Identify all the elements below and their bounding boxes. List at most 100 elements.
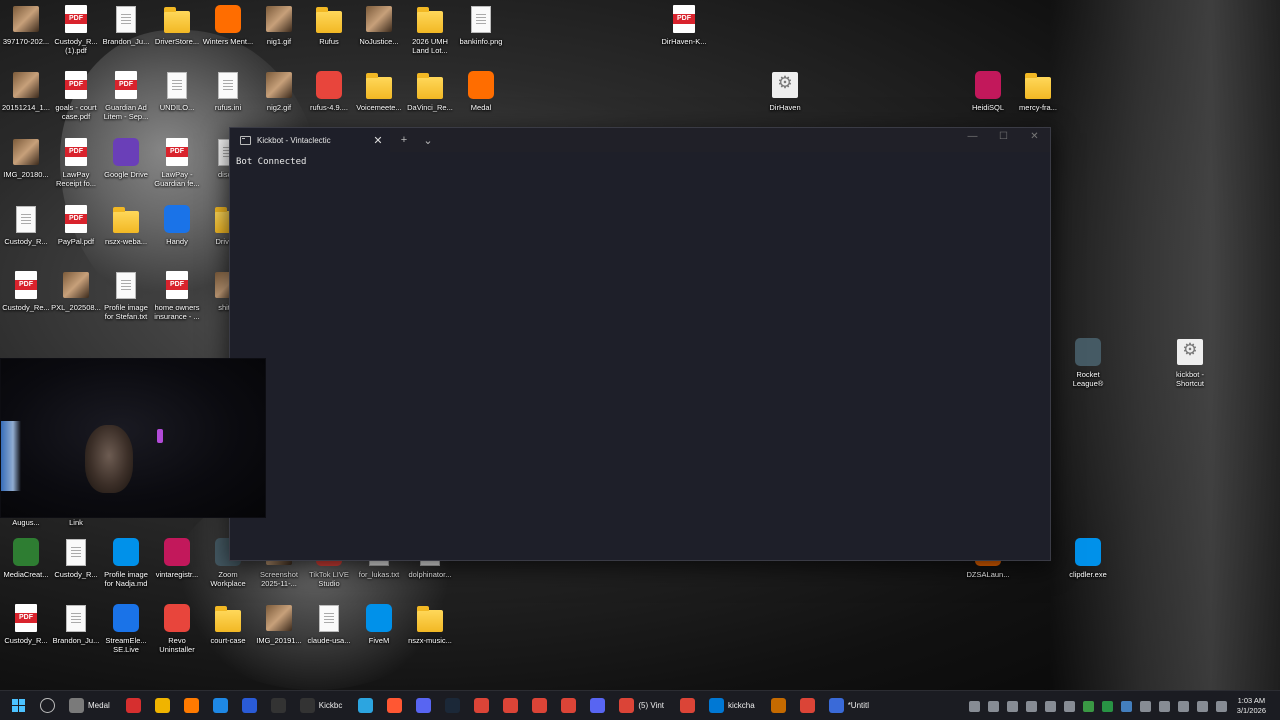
taskbar-app3-button[interactable] xyxy=(409,691,438,720)
new-tab-button[interactable]: + xyxy=(394,134,414,146)
desktop-icon[interactable]: NoJustice... xyxy=(353,4,405,46)
terminal-titlebar[interactable]: Kickbot - Vintaclectic ✕ + ⌄ — ☐ ✕ xyxy=(230,128,1050,152)
taskbar-chrome1-button[interactable] xyxy=(467,691,496,720)
tray-icon[interactable] xyxy=(1139,700,1151,712)
tray-icon[interactable] xyxy=(1006,700,1018,712)
maximize-button[interactable]: ☐ xyxy=(988,128,1019,152)
desktop-icon[interactable]: DaVinci_Re... xyxy=(404,70,456,112)
clock[interactable]: 1:03 AM 3/1/2026 xyxy=(1237,696,1266,716)
desktop-icon[interactable]: Rufus xyxy=(303,4,355,46)
tab-close-icon[interactable]: ✕ xyxy=(372,134,384,147)
desktop-icon[interactable]: Rocket League® xyxy=(1062,337,1114,388)
tray-icon[interactable] xyxy=(1044,700,1056,712)
desktop-icon[interactable]: Profile image for Nadja.md xyxy=(100,537,152,588)
desktop-icon[interactable]: UNDILO... xyxy=(151,70,203,112)
desktop-icon[interactable]: bankinfo.png xyxy=(455,4,507,46)
taskbar-chrome6-button[interactable] xyxy=(793,691,822,720)
desktop-icon[interactable]: 20151214_1... xyxy=(0,70,52,112)
taskbar-chrome3-button[interactable] xyxy=(525,691,554,720)
desktop-icon[interactable]: 397170-202... xyxy=(0,4,52,46)
taskbar-chrome4-button[interactable] xyxy=(554,691,583,720)
desktop-icon[interactable]: claude-usa... xyxy=(303,603,355,645)
desktop-icon[interactable]: vintaregistr... xyxy=(151,537,203,579)
desktop-icon[interactable]: Google Drive xyxy=(100,137,152,179)
desktop-icon[interactable]: court-case xyxy=(202,603,254,645)
desktop-icon[interactable]: IMG_20180... xyxy=(0,137,52,179)
taskbar-firefox-button[interactable] xyxy=(177,691,206,720)
desktop-icon[interactable]: LawPay - Guardian fe... xyxy=(151,137,203,188)
taskbar-app2-button[interactable] xyxy=(380,691,409,720)
desktop-icon[interactable]: 2026 UMH Land Lot... xyxy=(404,4,456,55)
desktop-icon[interactable]: Custody_R... (1).pdf xyxy=(50,4,102,55)
desktop-icon[interactable]: DirHaven-K... xyxy=(658,4,710,46)
desktop-icon[interactable]: Brandon_Ju... xyxy=(100,4,152,46)
desktop-icon[interactable]: kickbot - Shortcut xyxy=(1164,337,1216,388)
bluetooth-icon[interactable] xyxy=(1120,700,1132,712)
tray-icon[interactable] xyxy=(1158,700,1170,712)
desktop-icon[interactable]: clipdler.exe xyxy=(1062,537,1114,579)
desktop-icon[interactable]: DriverStore... xyxy=(151,4,203,46)
desktop-icon[interactable]: StreamEle... SE.Live xyxy=(100,603,152,654)
desktop-icon[interactable]: Custody_R... xyxy=(0,603,52,645)
wifi-icon[interactable] xyxy=(1196,700,1208,712)
tray-icon[interactable] xyxy=(987,700,999,712)
desktop-icon[interactable]: rufus.ini xyxy=(202,70,254,112)
taskbar-explorer-button[interactable] xyxy=(148,691,177,720)
terminal-window[interactable]: Kickbot - Vintaclectic ✕ + ⌄ — ☐ ✕ Bot C… xyxy=(229,127,1051,561)
desktop-icon[interactable]: nig2.gif xyxy=(253,70,305,112)
desktop-icon[interactable]: Medal xyxy=(455,70,507,112)
minimize-button[interactable]: — xyxy=(957,128,988,152)
desktop-icon[interactable]: IMG_20191... xyxy=(253,603,305,645)
desktop-icon[interactable]: mercy-fra... xyxy=(1012,70,1064,112)
taskbar-steam-button[interactable] xyxy=(438,691,467,720)
desktop-icon[interactable]: nszx-music... xyxy=(404,603,456,645)
desktop-icon[interactable]: PXL_202508... xyxy=(50,270,102,312)
terminal-output[interactable]: Bot Connected xyxy=(230,152,1050,172)
desktop-icon[interactable]: Voicemeete... xyxy=(353,70,405,112)
desktop-icon[interactable]: FiveM xyxy=(353,603,405,645)
desktop-icon[interactable]: DirHaven xyxy=(759,70,811,112)
taskbar-acrobat-button[interactable] xyxy=(119,691,148,720)
tab-dropdown-button[interactable]: ⌄ xyxy=(418,134,438,147)
taskbar-app1-button[interactable] xyxy=(206,691,235,720)
desktop-icon[interactable]: Guardian Ad Litem - Sep... xyxy=(100,70,152,121)
desktop-icon[interactable]: Profile image for Stefan.txt xyxy=(100,270,152,321)
taskbar-powershell-button[interactable] xyxy=(235,691,264,720)
taskbar-notepad-button[interactable]: *Untitl xyxy=(822,691,878,720)
taskbar-medal-button[interactable]: Medal xyxy=(62,691,119,720)
start-button[interactable] xyxy=(0,691,33,720)
taskbar-search-button[interactable] xyxy=(33,691,62,720)
taskbar-chrome-vint-button[interactable]: (5) Vint xyxy=(612,691,673,720)
desktop-icon[interactable]: Custody_Re... xyxy=(0,270,52,312)
desktop-icon[interactable]: PayPal.pdf xyxy=(50,204,102,246)
desktop-icon[interactable]: nig1.gif xyxy=(253,4,305,46)
taskbar-discord-button[interactable] xyxy=(583,691,612,720)
tray-icon[interactable] xyxy=(1101,700,1113,712)
desktop-icon[interactable]: HeidiSQL xyxy=(962,70,1014,112)
close-button[interactable]: ✕ xyxy=(1019,128,1050,152)
taskbar-vscode-button[interactable]: kickcha xyxy=(702,691,764,720)
desktop-icon[interactable]: Brandon_Ju... xyxy=(50,603,102,645)
desktop-icon[interactable]: MediaCreat... xyxy=(0,537,52,579)
desktop-icon[interactable]: rufus-4.9.... xyxy=(303,70,355,112)
tray-icon[interactable] xyxy=(1063,700,1075,712)
desktop-icon[interactable]: LawPay Receipt fo... xyxy=(50,137,102,188)
volume-icon[interactable] xyxy=(1215,700,1227,712)
taskbar-chrome5-button[interactable] xyxy=(673,691,702,720)
taskbar-chrome2-button[interactable] xyxy=(496,691,525,720)
desktop-icon[interactable]: Custody_R... xyxy=(0,204,52,246)
tray-icon[interactable] xyxy=(1025,700,1037,712)
tray-icon[interactable] xyxy=(968,700,980,712)
terminal-tab[interactable]: Kickbot - Vintaclectic ✕ xyxy=(230,128,390,152)
desktop-icon[interactable]: Winters Ment... xyxy=(202,4,254,46)
tray-icon[interactable] xyxy=(1082,700,1094,712)
taskbar-telegram-button[interactable] xyxy=(351,691,380,720)
desktop-icon[interactable]: Custody_R... xyxy=(50,537,102,579)
desktop-icon[interactable]: Revo Uninstaller xyxy=(151,603,203,654)
microphone-icon[interactable] xyxy=(1177,700,1189,712)
desktop-icon[interactable]: nszx-weba... xyxy=(100,204,152,246)
desktop-icon[interactable]: Handy xyxy=(151,204,203,246)
desktop-icon[interactable]: goals - court case.pdf xyxy=(50,70,102,121)
taskbar-terminal1-button[interactable] xyxy=(264,691,293,720)
desktop-icon[interactable]: home owners insurance - ... xyxy=(151,270,203,321)
